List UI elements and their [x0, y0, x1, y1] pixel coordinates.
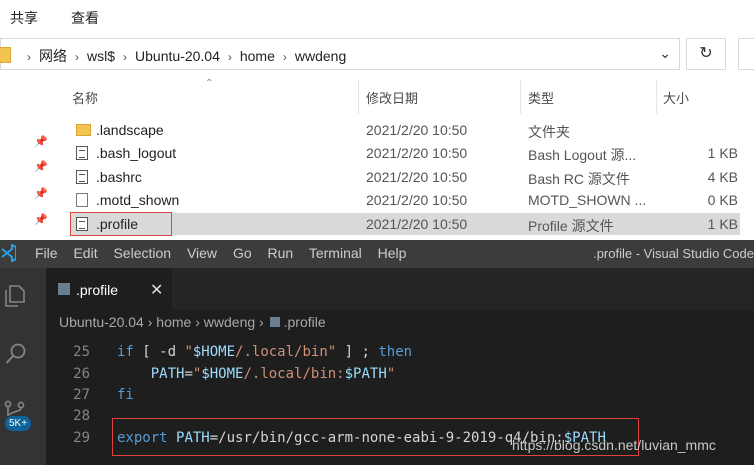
scm-count-badge: 5K+ [5, 416, 32, 431]
column-header-size[interactable]: 大小 [663, 88, 689, 107]
breadcrumb: › 网络 › wsl$ › Ubuntu-20.04 › home › wwdeng [19, 46, 346, 66]
file-icon [76, 193, 88, 207]
file-row-landscape[interactable]: .landscape 2021/2/20 10:50 文件夹 [70, 119, 740, 141]
watermark-text: https://blog.csdn.net/luvian_mmc [512, 437, 716, 453]
address-bar[interactable]: › 网络 › wsl$ › Ubuntu-20.04 › home › wwdeng ⌄ [0, 38, 680, 70]
code-line: if [ -d "$HOME/.local/bin" ] ; then [117, 344, 413, 360]
editor-tabs: .profile ✕ [46, 268, 754, 310]
pin-icon: 📌 [34, 136, 48, 148]
line-number: 28 [73, 408, 90, 424]
activity-bar [0, 268, 46, 465]
breadcrumb-network[interactable]: 网络 [39, 48, 67, 64]
file-date: 2021/2/20 10:50 [366, 169, 468, 185]
breadcrumb-home[interactable]: home [240, 48, 275, 64]
chevron-right-icon: › [147, 314, 153, 330]
file-size: 1 KB [707, 216, 738, 232]
file-type: Profile 源文件 [528, 218, 614, 234]
highlight-box [70, 212, 172, 236]
line-number: 29 [73, 430, 90, 446]
close-icon[interactable]: ✕ [150, 280, 163, 300]
menu-selection[interactable]: Selection [113, 245, 171, 261]
file-type: 文件夹 [528, 124, 570, 140]
chevron-right-icon: › [259, 314, 264, 330]
breadcrumb-profile[interactable]: .profile [284, 314, 326, 330]
ribbon-tab-share[interactable]: 共享 [10, 8, 38, 28]
file-row-motd-shown[interactable]: .motd_shown 2021/2/20 10:50 MOTD_SHOWN .… [70, 189, 740, 211]
file-date: 2021/2/20 10:50 [366, 192, 468, 208]
column-header-type[interactable]: 类型 [528, 88, 554, 107]
file-date: 2021/2/20 10:50 [366, 145, 468, 161]
search-icon[interactable] [4, 342, 28, 366]
code-line: PATH="$HOME/.local/bin:$PATH" [150, 366, 396, 382]
line-number: 26 [73, 366, 90, 382]
column-header-name[interactable]: 名称 [72, 88, 98, 107]
refresh-icon: ↻ [699, 45, 713, 62]
file-size: 1 KB [707, 145, 738, 161]
file-name: .landscape [96, 122, 164, 138]
menu-terminal[interactable]: Terminal [309, 245, 362, 261]
file-name: .bash_logout [96, 145, 177, 161]
menu-help[interactable]: Help [378, 245, 407, 261]
menu-file[interactable]: File [35, 245, 58, 261]
file-name: .motd_shown [96, 192, 180, 208]
refresh-button[interactable]: ↻ [686, 38, 726, 70]
file-date: 2021/2/20 10:50 [366, 122, 468, 138]
folder-icon [76, 124, 91, 136]
tab-profile[interactable]: .profile ✕ [46, 268, 172, 310]
breadcrumb-home[interactable]: home [156, 314, 191, 330]
column-divider[interactable] [520, 80, 521, 114]
search-box[interactable] [738, 38, 754, 70]
file-type: Bash Logout 源... [528, 147, 637, 163]
tab-label: .profile [76, 282, 119, 298]
source-control-icon[interactable] [4, 400, 26, 416]
file-icon [269, 317, 280, 327]
vscode-menubar: File Edit Selection View Go Run Terminal… [0, 240, 754, 268]
pin-icon: 📌 [34, 188, 48, 200]
chevron-right-icon: › [195, 314, 200, 330]
chevron-right-icon: › [123, 50, 128, 64]
breadcrumb-wsl[interactable]: wsl$ [87, 48, 115, 64]
window-title: .profile - Visual Studio Code [593, 246, 754, 261]
line-number: 25 [73, 344, 90, 360]
file-icon [76, 146, 88, 160]
menu-view[interactable]: View [187, 245, 217, 261]
menu-go[interactable]: Go [233, 245, 252, 261]
menu-edit[interactable]: Edit [73, 245, 97, 261]
sort-ascending-icon: ⌃ [205, 78, 214, 89]
breadcrumb-wwdeng[interactable]: wwdeng [204, 314, 255, 330]
chevron-down-icon[interactable]: ⌄ [659, 45, 671, 62]
column-divider[interactable] [656, 80, 657, 114]
file-icon [58, 283, 70, 295]
file-type: MOTD_SHOWN ... [528, 192, 647, 208]
file-name: .bashrc [96, 169, 142, 185]
breadcrumb-ubuntu[interactable]: Ubuntu-20.04 [135, 48, 220, 64]
pin-icon: 📌 [34, 214, 48, 226]
chevron-right-icon: › [227, 50, 232, 64]
editor-breadcrumb: Ubuntu-20.04 › home › wwdeng › .profile [46, 310, 754, 334]
chevron-right-icon: › [282, 50, 287, 64]
file-icon [76, 170, 88, 184]
line-number: 27 [73, 387, 90, 403]
folder-icon [0, 47, 11, 63]
column-header-date[interactable]: 修改日期 [366, 88, 418, 107]
breadcrumb-wwdeng[interactable]: wwdeng [295, 48, 346, 64]
file-row-bashrc[interactable]: .bashrc 2021/2/20 10:50 Bash RC 源文件 4 KB [70, 166, 740, 188]
pin-icon: 📌 [34, 161, 48, 173]
file-size: 4 KB [707, 169, 738, 185]
ribbon-tab-view[interactable]: 查看 [71, 8, 99, 28]
breadcrumb-ubuntu[interactable]: Ubuntu-20.04 [59, 314, 144, 330]
vscode-logo-icon [1, 244, 16, 262]
file-row-bash-logout[interactable]: .bash_logout 2021/2/20 10:50 Bash Logout… [70, 142, 740, 164]
menu-run[interactable]: Run [268, 245, 294, 261]
chevron-right-icon: › [75, 50, 79, 64]
file-size: 0 KB [707, 192, 738, 208]
code-line: fi [117, 387, 134, 403]
column-divider[interactable] [358, 80, 359, 114]
explorer-ribbon: 共享 查看 [0, 0, 754, 32]
explorer-icon[interactable] [4, 284, 26, 308]
file-date: 2021/2/20 10:50 [366, 216, 468, 232]
file-type: Bash RC 源文件 [528, 171, 630, 187]
chevron-right-icon: › [27, 50, 31, 64]
